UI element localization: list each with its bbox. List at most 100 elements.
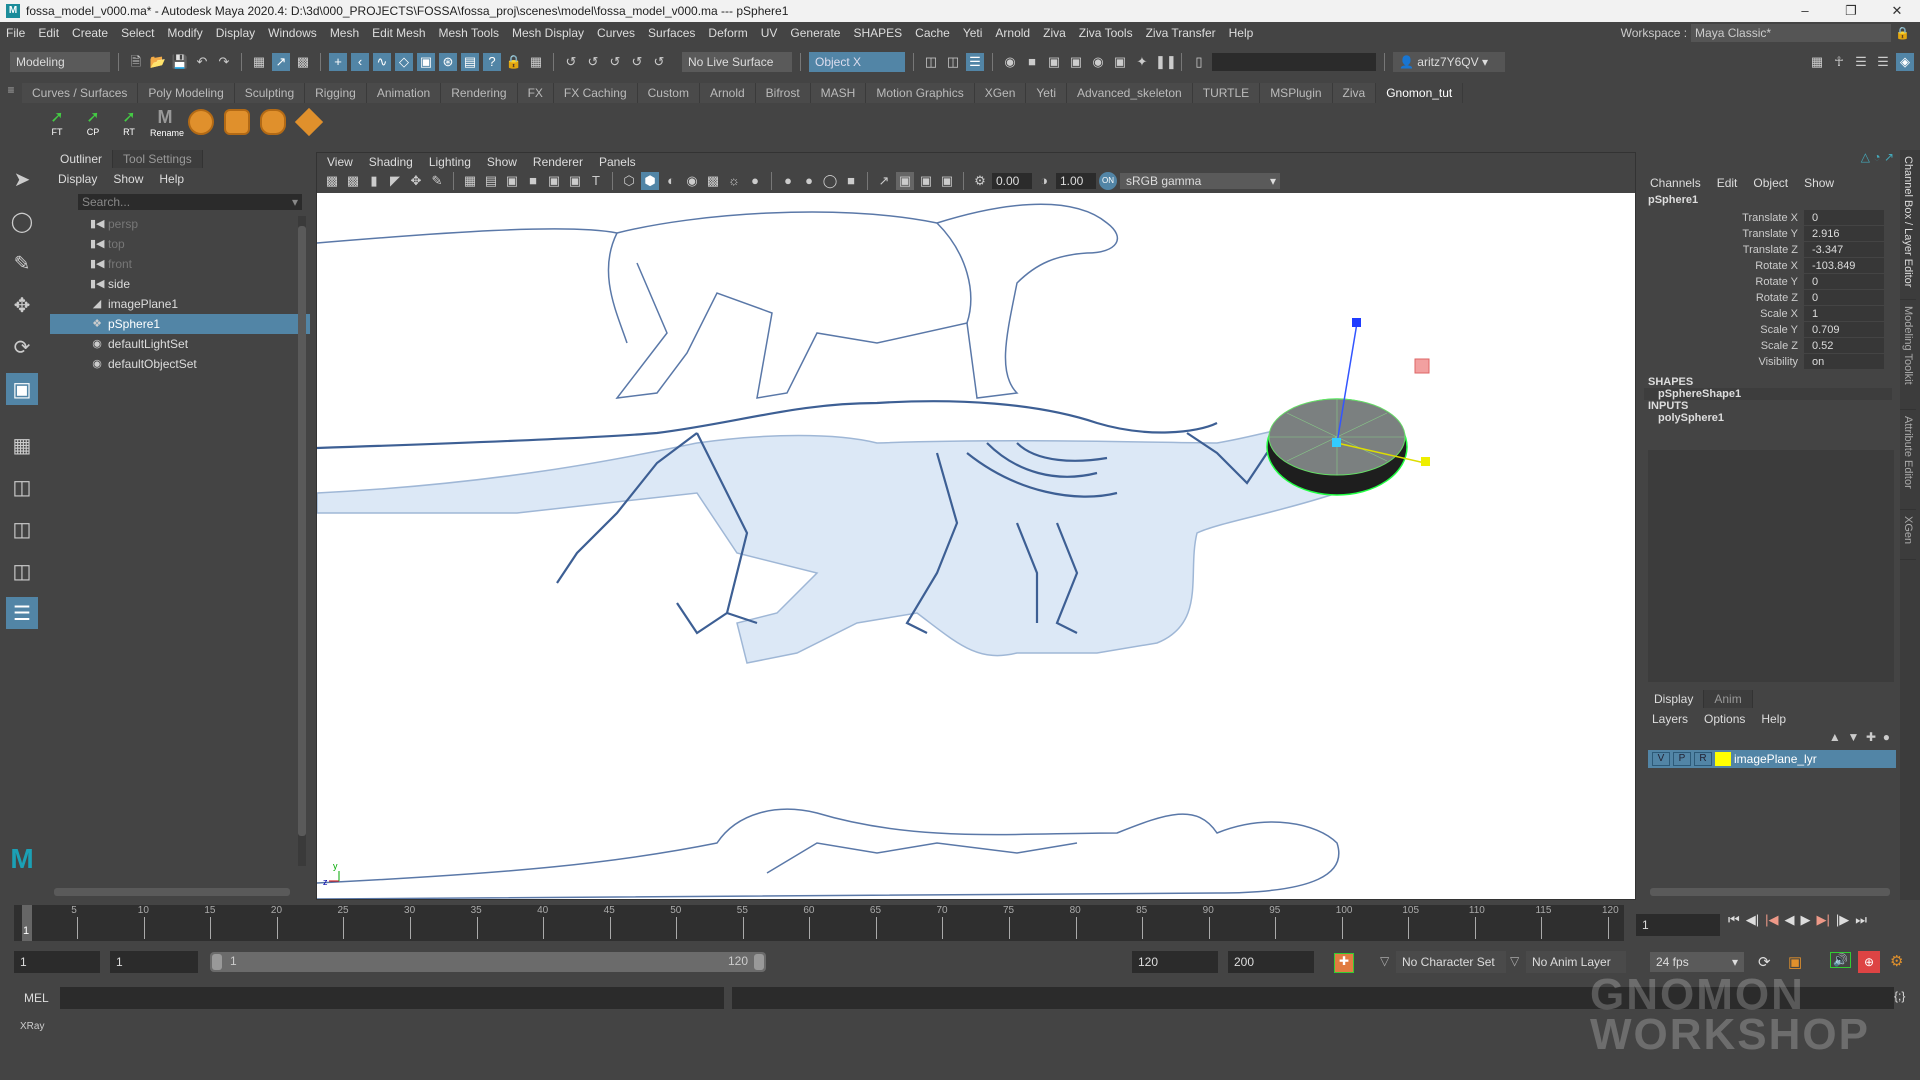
channel-value-field[interactable]: on [1804, 354, 1884, 370]
range-start-handle[interactable] [212, 954, 222, 970]
shape-node[interactable]: pSphereShape1 [1644, 388, 1892, 400]
shelf-tab-motion-graphics[interactable]: Motion Graphics [866, 83, 975, 103]
color-management-icon[interactable]: ON [1099, 172, 1117, 190]
anti-aliasing-icon[interactable]: ◯ [821, 172, 839, 190]
input-history-icon[interactable]: ↺ [628, 53, 646, 71]
channel-value-field[interactable]: -103.849 [1804, 258, 1884, 274]
menu-surfaces[interactable]: Surfaces [648, 26, 695, 40]
menu-ziva-transfer[interactable]: Ziva Transfer [1146, 26, 1216, 40]
show-menu[interactable]: Show [1804, 176, 1834, 190]
shelf-tab-xgen[interactable]: XGen [974, 83, 1027, 103]
object-menu[interactable]: Object [1753, 176, 1788, 190]
use-all-lights-icon[interactable]: ☼ [725, 172, 743, 190]
symmetry-dropdown[interactable]: Object X [809, 52, 905, 72]
shelf-button-rt[interactable]: ➚ RT [114, 107, 144, 137]
snap-pivot-icon[interactable]: ▤ [461, 53, 479, 71]
outliner-menu-help[interactable]: Help [159, 172, 184, 186]
live-surface-field[interactable]: No Live Surface [682, 52, 792, 72]
open-scene-icon[interactable]: 📂 [149, 53, 167, 71]
menu-file[interactable]: File [6, 26, 25, 40]
diamond-script-icon[interactable] [294, 107, 324, 137]
layer-name[interactable]: imagePlane_lyr [1734, 752, 1817, 766]
lock-icon[interactable]: 🔒 [1895, 26, 1910, 40]
play-backwards-icon[interactable]: ◀ [1784, 912, 1794, 928]
pin-icon[interactable]: ↗ [1884, 150, 1894, 164]
command-input-icon[interactable]: ▯ [1190, 53, 1208, 71]
input-node[interactable]: polySphere1 [1644, 412, 1900, 424]
maximize-button[interactable]: ❐ [1828, 0, 1874, 22]
channel-label[interactable]: Scale Y [1644, 322, 1804, 338]
safe-title-icon[interactable]: T [587, 172, 605, 190]
playback-toggle[interactable]: P [1673, 752, 1691, 766]
menu-modify[interactable]: Modify [167, 26, 202, 40]
menu-create[interactable]: Create [72, 26, 108, 40]
move-tool-icon[interactable]: ✥ [6, 289, 38, 321]
gamma-field[interactable]: 1.00 [1056, 173, 1096, 189]
pause-icon[interactable]: ❚❚ [1155, 53, 1177, 71]
image-plane-icon[interactable]: ◤ [386, 172, 404, 190]
shelf-tab-mash[interactable]: MASH [810, 83, 867, 103]
script-editor-icon[interactable]: {;} [1894, 989, 1905, 1003]
outliner-h-scrollbar[interactable] [54, 888, 290, 896]
range-end-handle[interactable] [754, 954, 764, 970]
render-setup-icon[interactable]: ▣ [1067, 53, 1085, 71]
outliner-item-pSphere1[interactable]: ❖ pSphere1 [50, 314, 310, 334]
shelf-button-rename[interactable]: M Rename [150, 107, 184, 138]
viewport-canvas[interactable]: yz [317, 193, 1635, 899]
sound-icon[interactable]: 🔊 [1830, 952, 1851, 968]
move-layer-down-icon[interactable]: ▼ [1847, 730, 1859, 744]
shelf-tab-rigging[interactable]: Rigging [305, 83, 367, 103]
menu-deform[interactable]: Deform [708, 26, 747, 40]
output-history-icon[interactable]: ↺ [650, 53, 668, 71]
shadows-icon[interactable]: ● [746, 172, 764, 190]
viewport-menu-panels[interactable]: Panels [599, 155, 636, 169]
lock-icon[interactable]: 🔒 [505, 53, 523, 71]
shelf-tab-msplugin[interactable]: MSPlugin [1260, 83, 1333, 103]
outliner-search-input[interactable]: Search... ▾ [78, 194, 302, 210]
shelf-tab-advanced-skeleton[interactable]: Advanced_skeleton [1066, 83, 1193, 103]
channel-label[interactable]: Rotate Y [1644, 274, 1804, 290]
undo-icon[interactable]: ↶ [193, 53, 211, 71]
depth-of-field-icon[interactable]: ■ [842, 172, 860, 190]
tab-modeling-toolkit[interactable]: Modeling Toolkit [1900, 300, 1916, 410]
new-scene-icon[interactable]: 🗎 [127, 53, 145, 71]
fps-dropdown[interactable]: 24 fps ▾ [1650, 952, 1744, 972]
tab-tool-settings[interactable]: Tool Settings [113, 150, 203, 168]
tab-outliner[interactable]: Outliner [50, 150, 114, 168]
menu-mesh-display[interactable]: Mesh Display [512, 26, 584, 40]
anim-layer-chevron-icon[interactable]: ▽ [1510, 954, 1519, 968]
channel-value-field[interactable]: 0.52 [1804, 338, 1884, 354]
outliner-item-defaultLightSet[interactable]: ◉ defaultLightSet [50, 334, 310, 354]
record-icon[interactable]: ⊕ [1858, 951, 1880, 973]
preferences-icon[interactable]: ⚙ [1890, 952, 1903, 970]
visibility-toggle[interactable]: V [1652, 752, 1670, 766]
exposure-icon[interactable]: ⚙ [971, 172, 989, 190]
render-settings-icon[interactable]: ■ [1023, 53, 1041, 71]
isolate-select-icon[interactable]: ↗ [875, 172, 893, 190]
select-lock-icon[interactable]: ▦ [527, 53, 545, 71]
speed-icon[interactable]: ◔ [1873, 150, 1880, 164]
outliner-item-front[interactable]: ▮◀ front [50, 254, 310, 274]
menu-mesh[interactable]: Mesh [330, 26, 359, 40]
user-account-dropdown[interactable]: 👤 aritz7Y6QV ▾ [1393, 52, 1505, 72]
sphere-script-icon[interactable] [188, 109, 214, 135]
menu-cache[interactable]: Cache [915, 26, 950, 40]
two-pane-layout-icon[interactable]: ◫ [6, 513, 38, 545]
wireframe-icon[interactable]: ⬡ [620, 172, 638, 190]
gate-mask-icon[interactable]: ■ [524, 172, 542, 190]
shelf-tab-fx-caching[interactable]: FX Caching [553, 83, 638, 103]
step-forward-frame-icon[interactable]: |▶ [1836, 912, 1849, 928]
shelf-tab-fx[interactable]: FX [517, 83, 554, 103]
render-view-icon[interactable]: ☰ [966, 53, 984, 71]
construction-history-icon[interactable]: ↺ [606, 53, 624, 71]
cube-sphere-script-icon[interactable] [224, 109, 250, 135]
mel-language-toggle[interactable]: MEL [24, 991, 49, 1005]
channel-value-field[interactable]: 0 [1804, 274, 1884, 290]
outliner-layout-icon[interactable]: ☰ [6, 597, 38, 629]
snap-point-icon[interactable]: ∿ [373, 53, 391, 71]
chevron-down-icon[interactable]: ▾ [292, 194, 298, 210]
auto-key-icon[interactable]: ✚ [1334, 953, 1354, 973]
persp-outliner-layout-icon[interactable]: ◫ [6, 555, 38, 587]
menu-ziva[interactable]: Ziva [1043, 26, 1066, 40]
options-menu[interactable]: Options [1704, 712, 1745, 726]
